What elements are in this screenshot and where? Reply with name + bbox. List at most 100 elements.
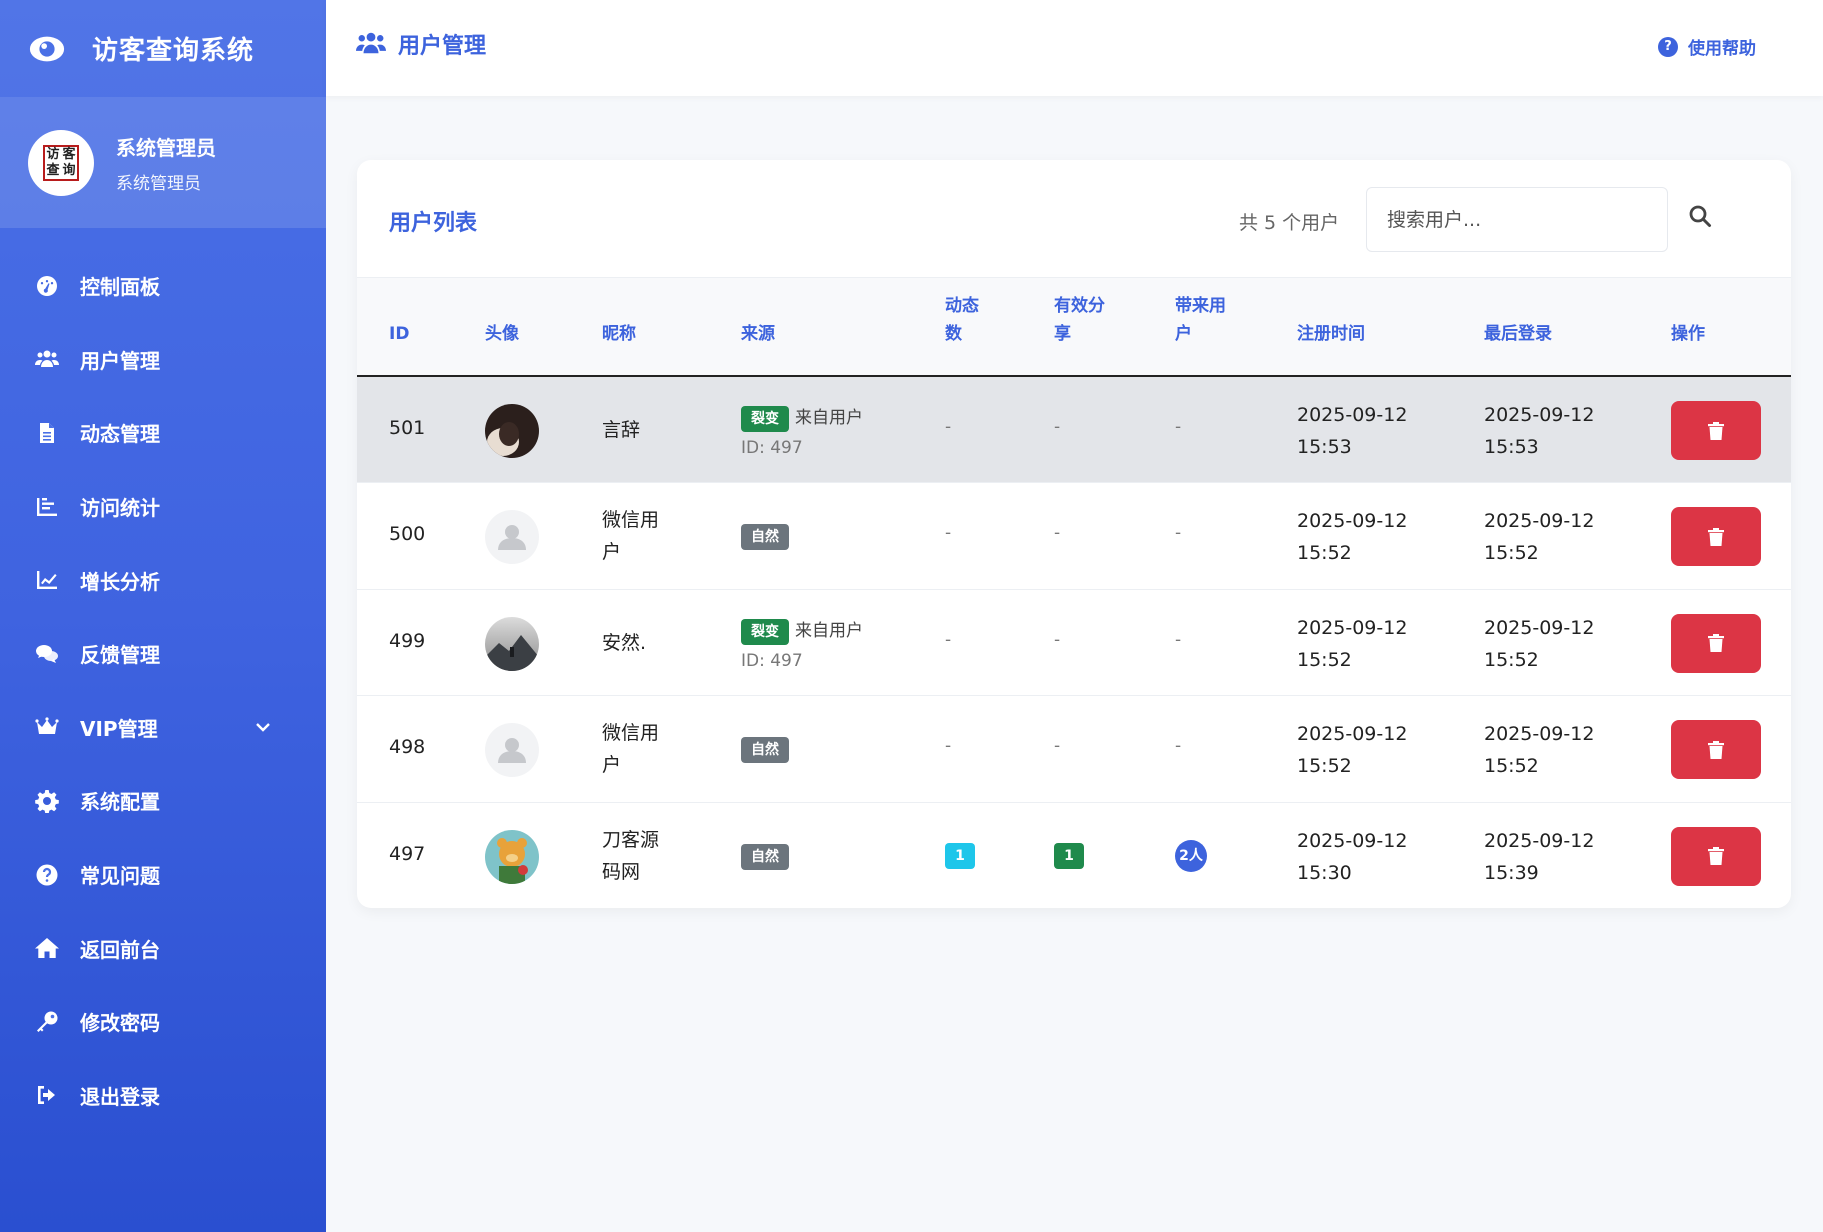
source-badge: 裂变: [741, 406, 789, 432]
key-icon: [37, 1011, 58, 1032]
delete-button[interactable]: [1671, 507, 1761, 567]
trash-icon: [1708, 421, 1724, 440]
avatar[interactable]: [485, 510, 539, 565]
nickname: 安然.: [602, 631, 647, 654]
avatar[interactable]: [485, 404, 539, 458]
source-user-id[interactable]: ID: 497: [741, 438, 863, 458]
posts-count: -: [945, 629, 952, 650]
trash-icon: [1708, 527, 1724, 546]
home-icon: [35, 938, 59, 959]
posts-pill: 1: [945, 842, 975, 869]
col-source[interactable]: 来源: [741, 320, 775, 348]
source-user-id[interactable]: ID: 497: [741, 651, 863, 671]
table-row[interactable]: 497 刀客源 码网 自然 1 1 2人 2025-09-12 15:30 2025…: [357, 803, 1791, 908]
table-row[interactable]: 499 安然. 裂变 来自用户 ID: 497 - - - 2025-09-12 1…: [357, 590, 1791, 697]
sidebar-item-settings[interactable]: 系统配置: [0, 764, 326, 838]
source: 自然: [741, 843, 789, 870]
col-brought[interactable]: 带来用户: [1175, 292, 1226, 348]
col-nickname[interactable]: 昵称: [602, 320, 636, 348]
sidebar-item-label: 返回前台: [80, 937, 160, 962]
avatar[interactable]: [485, 723, 539, 778]
sidebar-item-change-password[interactable]: 修改密码: [0, 985, 326, 1059]
sidebar-item-vip[interactable]: VIP管理: [0, 691, 326, 765]
users-icon: [35, 350, 59, 368]
shares-count: -: [1054, 417, 1061, 437]
sidebar-item-frontend[interactable]: 返回前台: [0, 911, 326, 985]
source-badge: 裂变: [741, 618, 789, 645]
sidebar-item-growth[interactable]: 增长分析: [0, 543, 326, 617]
last-login-time: 2025-09-12 15:52: [1484, 723, 1595, 778]
nickname: 言辞: [602, 419, 641, 441]
posts-count: -: [945, 417, 952, 437]
sidebar-item-label: 用户管理: [80, 348, 160, 373]
page-title: 用户管理: [356, 28, 486, 60]
table-row[interactable]: 501 言辞 裂变 来自用户 ID: 497 - - - 2025-09-12 15…: [357, 377, 1791, 484]
profile-role: 系统管理员: [116, 173, 201, 194]
brought-count[interactable]: 2人: [1175, 839, 1207, 872]
col-shares[interactable]: 有效分享: [1054, 292, 1105, 348]
source: 自然: [741, 524, 789, 551]
registered-time: 2025-09-12 15:30: [1297, 829, 1408, 884]
search-button[interactable]: [1688, 204, 1718, 234]
profile: 访客 查询 系统管理员 系统管理员: [0, 97, 326, 228]
profile-name: 系统管理员: [116, 135, 216, 160]
user-list-card: 用户列表 共 5 个用户 ID 头像 昵称 来源 动态数 有效分享 带来用户 注…: [357, 160, 1791, 908]
sidebar-item-label: 反馈管理: [80, 643, 160, 668]
help-link[interactable]: ? 使用帮助: [1658, 34, 1756, 59]
col-last-login[interactable]: 最后登录: [1484, 320, 1552, 348]
last-login-time: 2025-09-12 15:52: [1484, 510, 1595, 565]
col-registered[interactable]: 注册时间: [1297, 320, 1365, 348]
comments-icon: [36, 644, 58, 663]
brought-count: -: [1175, 736, 1182, 757]
sidebar-item-label: 控制面板: [80, 275, 160, 300]
logout-icon: [38, 1086, 55, 1105]
file-icon: [40, 422, 54, 443]
delete-button[interactable]: [1671, 826, 1761, 886]
shares-count[interactable]: 1: [1054, 842, 1084, 869]
source-badge: 自然: [741, 737, 789, 764]
sidebar-item-logout[interactable]: 退出登录: [0, 1059, 326, 1133]
dashboard-icon: [37, 275, 57, 296]
table-header: ID 头像 昵称 来源 动态数 有效分享 带来用户 注册时间 最后登录 操作: [357, 278, 1791, 377]
shares-count: -: [1054, 523, 1061, 544]
logo-seal: 访客 查询: [43, 144, 79, 181]
col-id[interactable]: ID: [389, 320, 409, 348]
user-id: 497: [389, 842, 426, 865]
line-chart-icon: [37, 571, 57, 590]
posts-count: -: [945, 736, 952, 757]
shares-count: -: [1054, 629, 1061, 650]
brand[interactable]: 访客查询系统: [0, 0, 326, 97]
crown-icon: [35, 717, 59, 735]
sidebar-item-feedback[interactable]: 反馈管理: [0, 617, 326, 691]
chevron-down-icon[interactable]: [254, 718, 272, 736]
registered-time: 2025-09-12 15:52: [1297, 510, 1408, 565]
col-posts[interactable]: 动态数: [945, 292, 979, 348]
registered-time: 2025-09-12 15:52: [1297, 723, 1408, 778]
trash-icon: [1708, 634, 1724, 653]
delete-button[interactable]: [1671, 613, 1761, 673]
delete-button[interactable]: [1671, 401, 1761, 460]
sidebar-item-visit-stats[interactable]: 访问统计: [0, 470, 326, 544]
sidebar: 访客查询系统 访客 查询 系统管理员 系统管理员 控制面板 用户管理 动态管理: [0, 0, 326, 1232]
delete-button[interactable]: [1671, 720, 1761, 780]
posts-count[interactable]: 1: [945, 842, 975, 869]
question-icon: ?: [1658, 36, 1678, 57]
page-title-text: 用户管理: [398, 34, 487, 59]
shares-count: -: [1054, 736, 1061, 757]
avatar[interactable]: [485, 616, 539, 671]
sidebar-item-users[interactable]: 用户管理: [0, 323, 326, 397]
table-row[interactable]: 500 微信用户 自然 - - - 2025-09-12 15:52 2025-0…: [357, 483, 1791, 590]
sidebar-item-posts[interactable]: 动态管理: [0, 396, 326, 470]
sidebar-item-label: 退出登录: [80, 1084, 160, 1109]
table-row[interactable]: 498 微信用户 自然 - - - 2025-09-12 15:52 2025-0…: [357, 696, 1791, 803]
sidebar-item-label: 系统配置: [80, 790, 160, 815]
sidebar-item-label: 修改密码: [80, 1011, 160, 1036]
avatar[interactable]: [485, 829, 539, 884]
sidebar-item-faq[interactable]: 常见问题: [0, 838, 326, 912]
sidebar-item-label: VIP管理: [80, 716, 158, 741]
sidebar-item-dashboard[interactable]: 控制面板: [0, 249, 326, 323]
nickname: 微信用户: [602, 509, 660, 564]
last-login-time: 2025-09-12 15:53: [1484, 404, 1595, 458]
search-input[interactable]: [1366, 187, 1668, 252]
sidebar-item-label: 常见问题: [80, 864, 160, 889]
